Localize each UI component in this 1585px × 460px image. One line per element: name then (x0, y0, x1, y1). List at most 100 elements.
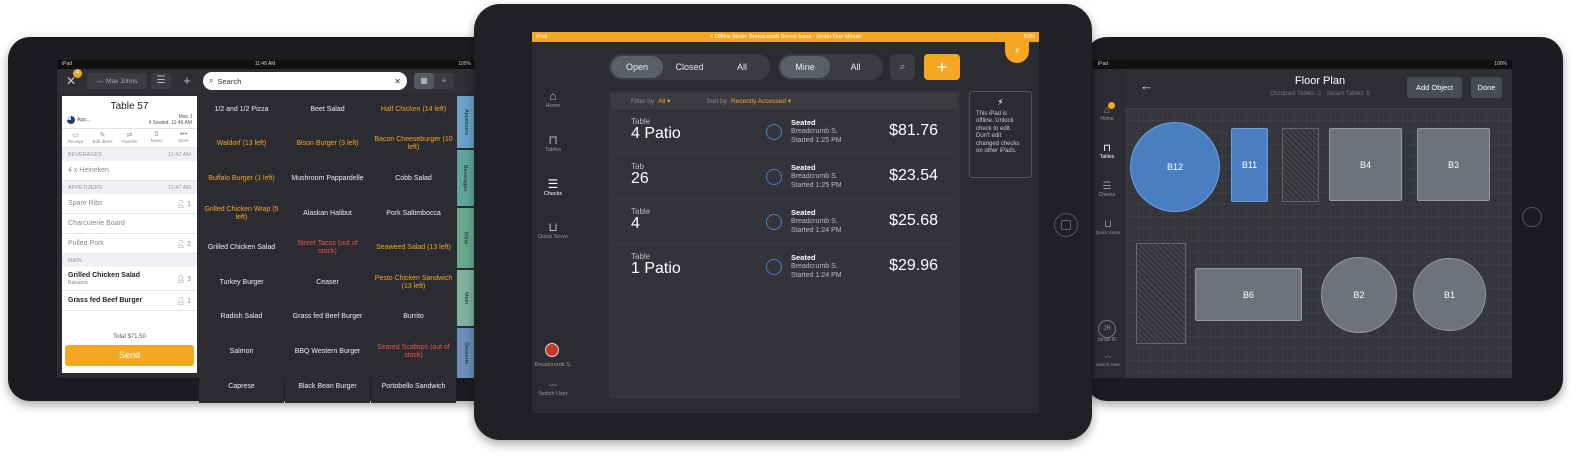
menu-item-button[interactable]: Grass fed Beef Burger (285, 300, 370, 335)
notification-badge: 4 (73, 69, 82, 78)
menu-item-button[interactable]: Seared Scallops (out of stock) (371, 335, 456, 369)
right-home-button[interactable] (1522, 207, 1542, 227)
notes-button[interactable]: 0 Notes (143, 129, 170, 147)
ticket-item[interactable]: Charcuterie Board (62, 214, 197, 234)
ticket-item[interactable]: 4 x Heineken (62, 161, 197, 181)
menu-item-button[interactable]: Seaweed Salad (13 left) (371, 231, 456, 265)
offline-banner: iPad ⚡︎ Offline Mode: Breadcrumb Server … (532, 32, 1039, 42)
search-input[interactable]: ⌕ Search ✕ (203, 72, 407, 90)
new-check-button[interactable]: + (924, 54, 960, 80)
category-tab-main[interactable]: Main (457, 270, 474, 326)
menu-item-button[interactable]: Caprese (199, 369, 284, 404)
category-tab-beverages[interactable]: Beverages (457, 150, 474, 206)
filter-mine[interactable]: Mine (780, 56, 830, 78)
menu-item-button[interactable]: Turkey Burger (199, 265, 284, 300)
menu-item-button[interactable]: Grilled Chicken Salad (199, 231, 284, 265)
done-button[interactable]: Done (1471, 77, 1502, 98)
menu-item-button[interactable]: BBQ Western Burger (285, 335, 370, 369)
nav-quick-serve[interactable]: ⊔ Quick Serve (532, 220, 574, 240)
section-header-beverages: BEVERAGES 11:47 AM (62, 148, 197, 161)
sort-by-dropdown[interactable]: Recently Accessed ▾ (731, 97, 791, 105)
table-icon: ⊓ (1103, 143, 1111, 154)
add-icon[interactable]: + (177, 73, 197, 89)
clear-search-icon[interactable]: ✕ (394, 77, 401, 86)
right-nav-quick-serve[interactable]: ⊔ Quick Serve (1093, 219, 1123, 235)
status-filter: Open Closed All (609, 54, 770, 80)
check-row[interactable]: Table 4 Seated Breadcrumb S. Started 1:2… (611, 200, 958, 244)
hatched-object[interactable] (1136, 243, 1186, 344)
send-button[interactable]: Send (65, 345, 194, 366)
switch-user-button[interactable]: 〰 Switch User (532, 380, 574, 397)
check-row[interactable]: Table 4 Patio Seated Breadcrumb S. Start… (611, 110, 958, 154)
menu-item-button[interactable]: Beet Salad (285, 93, 370, 127)
table-b1[interactable]: B1 (1413, 258, 1486, 331)
table-b2[interactable]: B2 (1321, 257, 1397, 333)
menu-item-button[interactable]: 1/2 and 1/2 Pizza (199, 93, 284, 127)
right-switch-user[interactable]: 〰 Switch User (1093, 352, 1123, 367)
menu-item-button[interactable]: Mushroom Pappardelle (285, 162, 370, 196)
server-switch-button[interactable]: 〰 Max Johns (87, 73, 147, 89)
edit-items-button[interactable]: ✎ Edit Items (89, 129, 116, 147)
menu-item-button[interactable]: Portobello Sandwich (371, 369, 456, 404)
edit-icon: ✎ (99, 132, 106, 139)
search-icon: ⌕ (209, 76, 214, 85)
menu-item-button[interactable]: Grilled Chicken Wrap (5 left) (199, 196, 284, 231)
transfer-button[interactable]: ⇄ Transfer (116, 129, 143, 147)
menu-item-button[interactable]: Bison Burger (3 left) (285, 127, 370, 162)
right-user-avatar[interactable]: JR (1098, 320, 1116, 338)
right-nav-checks[interactable]: ☰ Checks (1093, 181, 1121, 198)
check-row[interactable]: Tab 26 Seated Breadcrumb S. Started 1:25… (611, 155, 958, 199)
menu-item-button[interactable]: Street Tacos (out of stock) (285, 231, 370, 265)
checks-icon: ☰ (1102, 181, 1112, 192)
more-button[interactable]: ••• More (170, 129, 197, 147)
user-avatar[interactable] (545, 343, 559, 357)
table-b3[interactable]: B3 (1417, 128, 1490, 201)
filter-all[interactable]: All (716, 56, 768, 78)
table-b11[interactable]: B11 (1231, 128, 1268, 202)
filter-closed[interactable]: Closed (663, 56, 716, 78)
filter-all-owners[interactable]: All (830, 56, 881, 78)
check-row[interactable]: Table 1 Patio Seated Breadcrumb S. Start… (611, 245, 958, 289)
search-button[interactable]: ⌕ (890, 54, 915, 80)
status-circle-icon (766, 214, 782, 230)
menu-item-button[interactable]: Ceaser (285, 265, 370, 300)
right-nav-tables[interactable]: ⊓ Tables (1093, 143, 1121, 160)
list-icon[interactable]: ☰ (151, 73, 171, 89)
menu-item-button[interactable]: Alaskan Halibut (285, 196, 370, 231)
menu-item-button[interactable]: Bacon Cheeseburger (10 left) (371, 127, 456, 162)
menu-item-button[interactable]: Salmon (199, 335, 284, 369)
grid-icon[interactable]: ▦ (414, 73, 434, 89)
menu-item-button[interactable]: Pesto Chicken Sandwich (13 left) (371, 265, 456, 300)
ticket-item[interactable]: Pulled Pork 👤︎ 2 (62, 234, 197, 254)
nav-checks[interactable]: ☰ Checks (532, 177, 574, 197)
menu-item-button[interactable]: Radish Salad (199, 300, 284, 335)
category-tab-appetizers[interactable]: Appetizers (457, 96, 474, 148)
nav-home[interactable]: ⌂ Home (532, 89, 574, 109)
table-b6[interactable]: B6 (1195, 268, 1302, 321)
category-tab-desserts[interactable]: Desserts (457, 328, 474, 378)
menu-item-button[interactable]: Buffalo Burger (1 left) (199, 162, 284, 196)
receipt-button[interactable]: ▭ Receipt (62, 129, 89, 147)
menu-item-button[interactable]: Cobb Salad (371, 162, 456, 196)
category-tab-wine[interactable]: Wine (457, 208, 474, 268)
table-b4[interactable]: B4 (1329, 128, 1402, 201)
add-object-button[interactable]: Add Object (1407, 77, 1462, 98)
menu-item-button[interactable]: Burrito (371, 300, 456, 335)
ticket-item[interactable]: Grass fed Beef Burger 👤︎ 1 (62, 291, 197, 311)
hatched-object[interactable] (1282, 128, 1319, 202)
menu-item-button[interactable]: Waldorf (13 left) (199, 127, 284, 162)
table-b12[interactable]: B12 (1130, 122, 1220, 212)
menu-item-button[interactable]: Half Chicken (14 left) (371, 93, 456, 127)
menu-item-button[interactable]: Pork Saltimbocca (371, 196, 456, 231)
filter-open[interactable]: Open (611, 56, 663, 78)
more-icon: ••• (179, 131, 188, 138)
grid-view-toggle[interactable]: ▦ ≡ (414, 73, 454, 89)
filter-by-dropdown[interactable]: All ▾ (658, 97, 670, 105)
nav-tables[interactable]: ⊓ Tables (532, 133, 574, 153)
list-view-icon[interactable]: ≡ (434, 73, 454, 89)
ticket-item[interactable]: Spare Ribs 👤︎ 1 (62, 194, 197, 214)
back-arrow-icon[interactable]: ← (1140, 78, 1153, 93)
right-nav-home[interactable]: ⌂ Home (1093, 105, 1121, 122)
menu-item-button[interactable]: Black Bean Burger (285, 369, 370, 404)
ticket-item[interactable]: Grilled Chicken Salad Balsamic 👤︎ 3 (62, 267, 197, 291)
